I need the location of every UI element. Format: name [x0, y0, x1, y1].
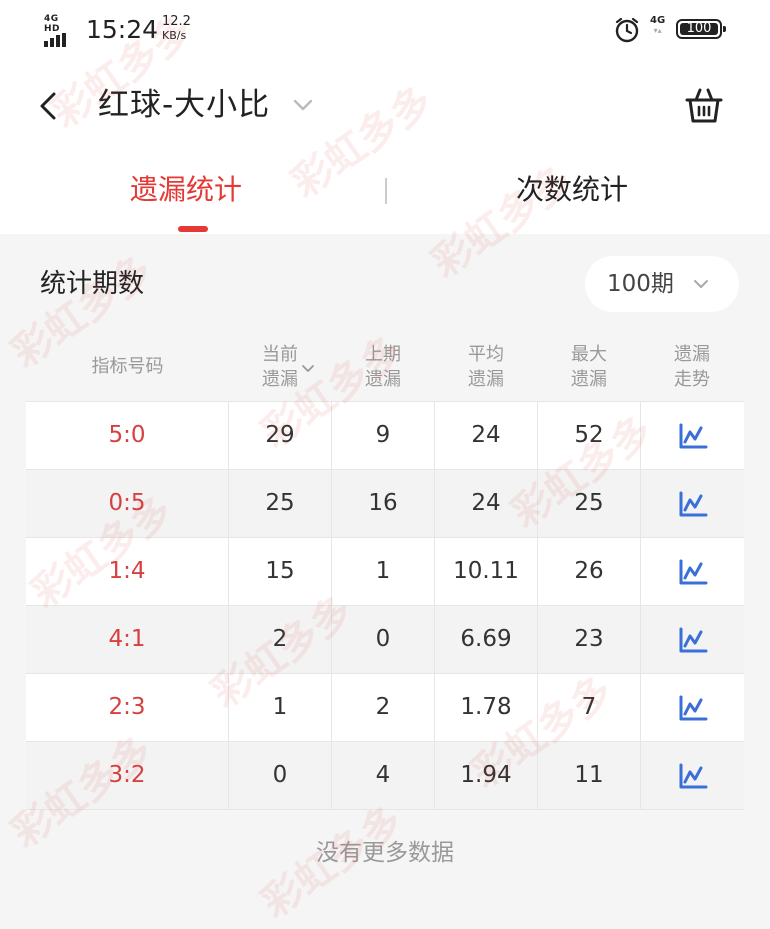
- sort-chevron-down-icon[interactable]: [301, 364, 315, 374]
- header-trend-line2: 走势: [674, 369, 710, 390]
- mobile-data-label: 4G: [650, 15, 666, 26]
- cell-average: 24: [435, 402, 538, 469]
- cell-current: 0: [229, 742, 332, 809]
- table-row: 1:4 15 1 10.11 26: [26, 538, 744, 606]
- cell-max: 23: [538, 606, 641, 673]
- header-bar: 红球-大小比: [0, 60, 770, 152]
- header-average-line1: 平均: [468, 344, 504, 365]
- header-omission-trend: 遗漏 走势: [641, 342, 743, 392]
- page-title[interactable]: 红球-大小比: [98, 84, 270, 126]
- cell-previous: 16: [332, 470, 435, 537]
- cell-average: 1.94: [435, 742, 538, 809]
- cell-current: 25: [229, 470, 332, 537]
- cell-current: 15: [229, 538, 332, 605]
- tab-bar: 遗漏统计 次数统计: [0, 152, 770, 234]
- alarm-icon: [615, 17, 639, 43]
- header-previous-line1: 上期: [365, 344, 401, 365]
- cell-max: 52: [538, 402, 641, 469]
- cell-average: 1.78: [435, 674, 538, 741]
- cell-previous: 4: [332, 742, 435, 809]
- header-average-line2: 遗漏: [468, 369, 504, 390]
- cell-trend[interactable]: [641, 538, 744, 605]
- cell-indicator: 2:3: [26, 674, 229, 741]
- line-chart-icon[interactable]: [678, 694, 708, 722]
- table-row: 0:5 25 16 24 25: [26, 470, 744, 538]
- cell-average: 24: [435, 470, 538, 537]
- period-label: 统计期数: [40, 269, 145, 299]
- cell-indicator: 0:5: [26, 470, 229, 537]
- network-speed-value: 12.2: [162, 14, 191, 29]
- cell-indicator: 3:2: [26, 742, 229, 809]
- period-select[interactable]: 100期: [585, 256, 739, 312]
- cell-indicator: 5:0: [26, 402, 229, 469]
- tab-omission-stats[interactable]: 遗漏统计: [130, 170, 242, 210]
- header-previous-omission: 上期 遗漏: [332, 342, 434, 392]
- mobile-data-indicator: 4G ▾▴: [650, 15, 666, 35]
- basket-icon[interactable]: [683, 86, 725, 126]
- table-header: 指标号码 当前 遗漏 上期 遗漏 平均 遗漏 最大 遗漏 遗漏 走势: [26, 334, 744, 401]
- battery-icon: 100: [676, 19, 726, 39]
- cell-max: 7: [538, 674, 641, 741]
- cell-trend[interactable]: [641, 402, 744, 469]
- tab-count-stats[interactable]: 次数统计: [516, 170, 628, 210]
- header-previous-line2: 遗漏: [365, 369, 401, 390]
- cell-trend[interactable]: [641, 470, 744, 537]
- network-speed-unit: KB/s: [162, 29, 187, 42]
- period-value: 100期: [607, 271, 674, 297]
- header-average-omission: 平均 遗漏: [435, 342, 537, 392]
- header-indicator: 指标号码: [26, 354, 229, 379]
- cell-indicator: 1:4: [26, 538, 229, 605]
- header-max-line2: 遗漏: [571, 369, 607, 390]
- signal-icon: 4G HD: [44, 14, 76, 47]
- cell-previous: 1: [332, 538, 435, 605]
- line-chart-icon[interactable]: [678, 762, 708, 790]
- line-chart-icon[interactable]: [678, 422, 708, 450]
- line-chart-icon[interactable]: [678, 558, 708, 586]
- header-current-line2: 遗漏: [262, 369, 298, 390]
- cell-previous: 9: [332, 402, 435, 469]
- period-row: 统计期数 100期: [0, 234, 770, 334]
- chevron-down-icon: [694, 280, 708, 288]
- cell-current: 2: [229, 606, 332, 673]
- header-current-line1: 当前: [262, 344, 298, 365]
- cell-current: 1: [229, 674, 332, 741]
- table-row: 4:1 2 0 6.69 23: [26, 606, 744, 674]
- cell-indicator: 4:1: [26, 606, 229, 673]
- header-current-omission[interactable]: 当前 遗漏: [229, 342, 331, 392]
- tab-divider: [385, 178, 387, 204]
- header-max-omission: 最大 遗漏: [538, 342, 640, 392]
- line-chart-icon[interactable]: [678, 626, 708, 654]
- cell-max: 26: [538, 538, 641, 605]
- network-speed: 12.2 KB/s: [162, 15, 191, 43]
- omission-table: 5:0 29 9 24 52 0:5 25 16 24 25 1:4 15 1 …: [26, 401, 744, 810]
- active-tab-indicator: [178, 226, 208, 232]
- table-row: 5:0 29 9 24 52: [26, 402, 744, 470]
- cell-previous: 0: [332, 606, 435, 673]
- cell-trend[interactable]: [641, 674, 744, 741]
- cell-average: 10.11: [435, 538, 538, 605]
- cell-trend[interactable]: [641, 742, 744, 809]
- table-row: 3:2 0 4 1.94 11: [26, 742, 744, 810]
- cell-average: 6.69: [435, 606, 538, 673]
- cell-max: 25: [538, 470, 641, 537]
- header-trend-line1: 遗漏: [674, 344, 710, 365]
- chevron-left-icon[interactable]: [30, 88, 66, 124]
- status-bar: 4G HD 15:24 12.2 KB/s 4G ▾▴ 100: [0, 0, 770, 60]
- header-max-line1: 最大: [571, 344, 607, 365]
- chevron-down-icon[interactable]: [292, 98, 314, 112]
- battery-level: 100: [686, 21, 712, 36]
- no-more-data-text: 没有更多数据: [316, 840, 454, 866]
- table-row: 2:3 1 2 1.78 7: [26, 674, 744, 742]
- cell-previous: 2: [332, 674, 435, 741]
- header-indicator-label: 指标号码: [91, 356, 164, 377]
- line-chart-icon[interactable]: [678, 490, 708, 518]
- cell-trend[interactable]: [641, 606, 744, 673]
- cell-max: 11: [538, 742, 641, 809]
- status-time: 15:24: [86, 15, 159, 44]
- cell-current: 29: [229, 402, 332, 469]
